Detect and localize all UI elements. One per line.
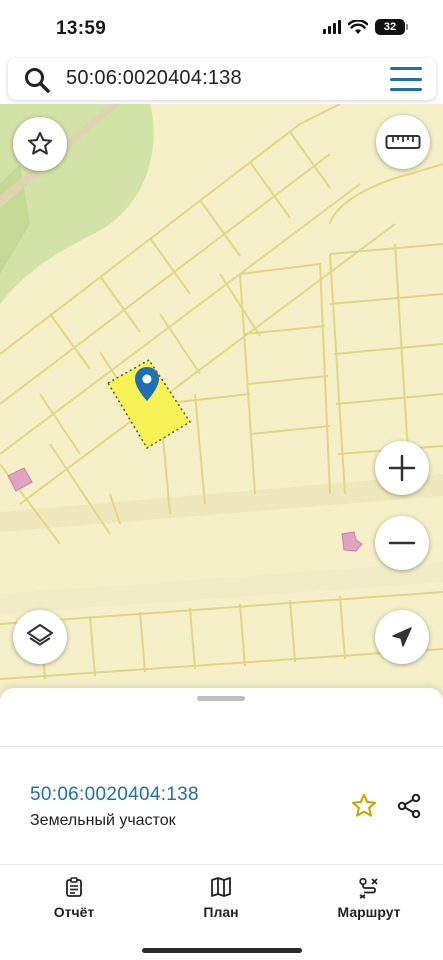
status-icons: 32 xyxy=(323,19,408,35)
hamburger-menu-icon[interactable] xyxy=(390,67,422,91)
minus-icon xyxy=(388,541,416,545)
tab-report-label: Отчёт xyxy=(53,904,95,920)
cadastral-map[interactable] xyxy=(0,104,443,704)
bottom-sheet[interactable]: 50:06:0020404:138 Земельный участок Отчё… xyxy=(0,688,443,960)
tab-plan-label: План xyxy=(203,904,239,920)
plus-icon xyxy=(388,454,416,482)
wifi-icon xyxy=(348,19,368,34)
zoom-out-button[interactable] xyxy=(375,516,429,570)
favorite-map-button[interactable] xyxy=(13,117,67,171)
tab-plan[interactable]: План xyxy=(161,864,281,924)
search-icon[interactable] xyxy=(23,66,51,94)
search-input[interactable]: 50:06:0020404:138 xyxy=(66,67,242,90)
ruler-button[interactable] xyxy=(376,115,430,169)
bottom-tab-bar: Отчёт План Маршрут xyxy=(0,864,443,924)
signal-icon xyxy=(323,20,341,34)
parcel-cadastral-number[interactable]: 50:06:0020404:138 xyxy=(30,784,199,806)
battery-icon: 32 xyxy=(375,19,408,35)
tab-report[interactable]: Отчёт xyxy=(14,864,134,924)
status-time: 13:59 xyxy=(56,18,107,39)
locate-button[interactable] xyxy=(375,610,429,664)
report-icon xyxy=(66,877,82,897)
map-view[interactable] xyxy=(0,104,443,704)
star-icon xyxy=(27,131,53,155)
tab-route[interactable]: Маршрут xyxy=(309,864,429,924)
sheet-drag-handle[interactable] xyxy=(197,696,245,701)
ruler-icon xyxy=(385,135,421,149)
status-bar: 13:59 32 xyxy=(0,0,443,56)
route-icon xyxy=(359,877,378,899)
home-indicator[interactable] xyxy=(142,948,302,953)
tab-route-label: Маршрут xyxy=(337,904,401,920)
divider xyxy=(0,746,443,747)
location-marker-icon[interactable] xyxy=(134,366,160,402)
share-icon[interactable] xyxy=(395,792,423,820)
star-icon[interactable] xyxy=(350,792,378,820)
layers-button[interactable] xyxy=(13,610,67,664)
zoom-in-button[interactable] xyxy=(375,441,429,495)
parcel-type-label: Земельный участок xyxy=(30,812,176,829)
layers-icon xyxy=(27,624,53,646)
map-plan-icon xyxy=(211,877,231,897)
search-bar[interactable]: 50:06:0020404:138 xyxy=(8,58,436,100)
navigation-arrow-icon xyxy=(392,627,412,647)
